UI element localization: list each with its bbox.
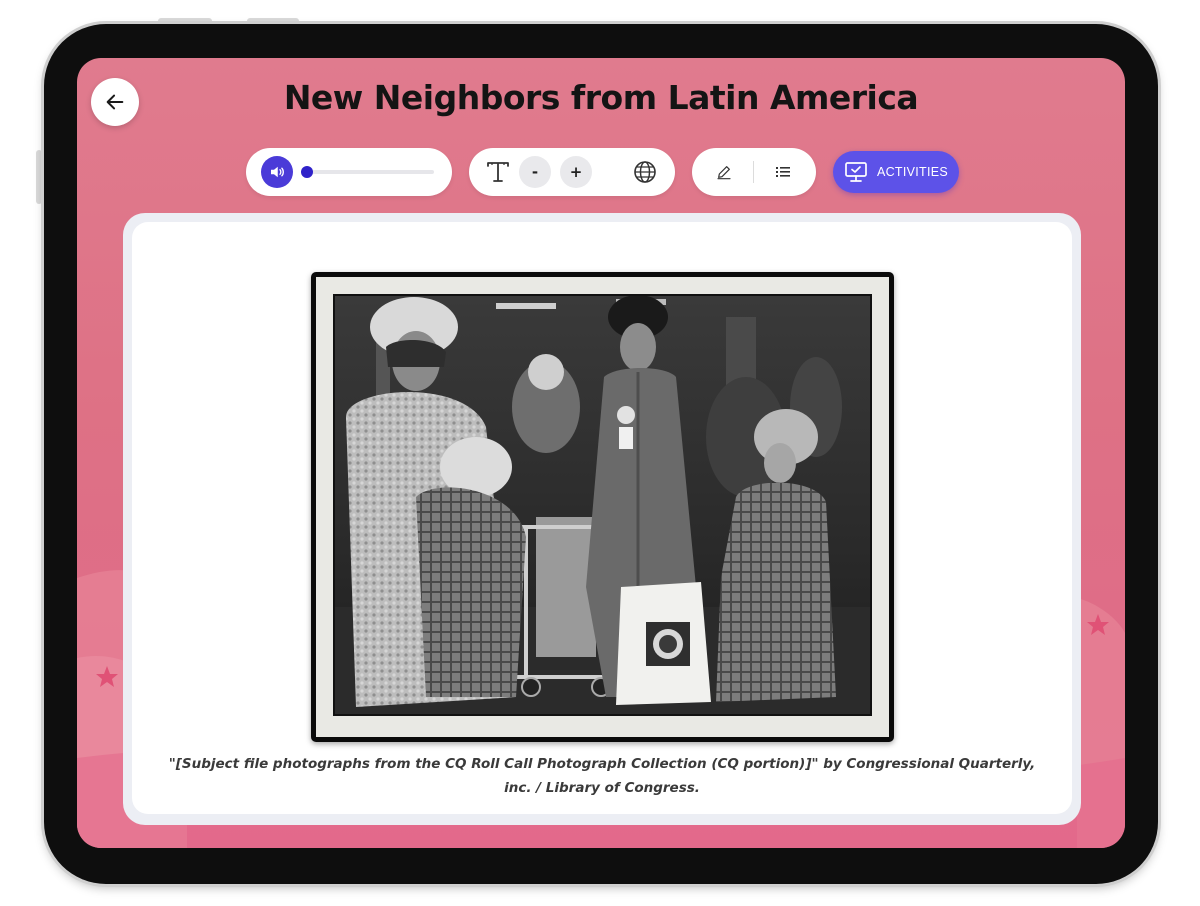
increase-text-button[interactable]: + xyxy=(560,156,592,188)
monitor-check-icon xyxy=(844,161,868,183)
audio-play-button[interactable] xyxy=(261,156,293,188)
page-title: New Neighbors from Latin America xyxy=(283,78,919,117)
content-card: "[Subject file photographs from the CQ R… xyxy=(123,213,1081,825)
stage: New Neighbors from Latin America - + ACT… xyxy=(0,0,1200,906)
content-panel: "[Subject file photographs from the CQ R… xyxy=(132,222,1072,814)
activities-button[interactable]: ACTIVITIES xyxy=(833,151,959,193)
historical-photo xyxy=(311,272,894,742)
app-screen: New Neighbors from Latin America - + ACT… xyxy=(77,58,1125,848)
audio-progress-slider[interactable] xyxy=(300,166,434,178)
audio-player xyxy=(246,148,452,196)
tools-controls xyxy=(692,148,816,196)
activities-label: ACTIVITIES xyxy=(876,165,949,179)
text-size-icon[interactable] xyxy=(483,158,513,186)
tools-divider xyxy=(753,161,754,183)
decrease-text-button[interactable]: - xyxy=(519,156,551,188)
list-icon[interactable] xyxy=(773,162,793,182)
pencil-icon[interactable] xyxy=(714,162,734,182)
photo-image xyxy=(316,277,889,737)
tablet-power-button xyxy=(36,150,42,204)
globe-icon[interactable] xyxy=(631,159,659,185)
photo-caption: "[Subject file photographs from the CQ R… xyxy=(168,756,1036,796)
text-controls: - + xyxy=(469,148,675,196)
tablet-frame: New Neighbors from Latin America - + ACT… xyxy=(44,24,1158,884)
speaker-icon xyxy=(268,163,286,181)
audio-progress-thumb[interactable] xyxy=(300,166,313,178)
